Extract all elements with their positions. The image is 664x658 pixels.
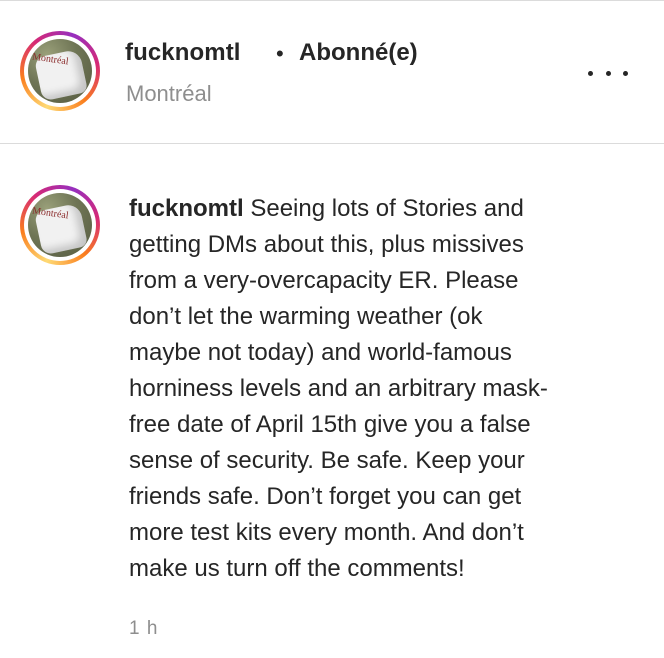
- caption-line: friends safe. Don’t forget you can get: [129, 483, 522, 510]
- caption-avatar[interactable]: Montréal: [20, 185, 100, 265]
- caption-line: free date of April 15th give you a false: [129, 411, 531, 438]
- post-header: Montréal fucknomtl • Abonné(e) Montréal: [0, 1, 664, 144]
- separator-dot: •: [276, 41, 284, 66]
- avatar-image: Montréal: [28, 193, 92, 257]
- caption-comment: Montréal fucknomtl Seeing lots of Storie…: [0, 145, 664, 658]
- follow-status[interactable]: Abonné(e): [299, 39, 418, 67]
- caption-line: from a very-overcapacity ER. Please: [129, 267, 519, 294]
- profile-avatar[interactable]: Montréal: [20, 31, 100, 111]
- caption-line: don’t let the warming weather (ok: [129, 303, 483, 330]
- avatar-image: Montréal: [28, 39, 92, 103]
- caption-line: make us turn off the comments!: [129, 555, 465, 582]
- caption-line: maybe not today) and world-famous: [129, 339, 512, 366]
- caption-line: Seeing lots of Stories and: [250, 195, 524, 222]
- caption-line: more test kits every month. And don’t: [129, 519, 524, 546]
- caption-line: horniness levels and an arbitrary mask-: [129, 375, 548, 402]
- header-username[interactable]: fucknomtl: [125, 39, 241, 67]
- caption-text: fucknomtl Seeing lots of Stories and gett…: [129, 191, 629, 587]
- location-link[interactable]: Montréal: [126, 81, 212, 107]
- caption-line: getting DMs about this, plus missives: [129, 231, 524, 258]
- more-options-icon[interactable]: [588, 63, 628, 83]
- caption-username[interactable]: fucknomtl: [129, 195, 244, 222]
- timestamp[interactable]: 1 h: [129, 618, 158, 640]
- caption-line: sense of security. Be safe. Keep your: [129, 447, 525, 474]
